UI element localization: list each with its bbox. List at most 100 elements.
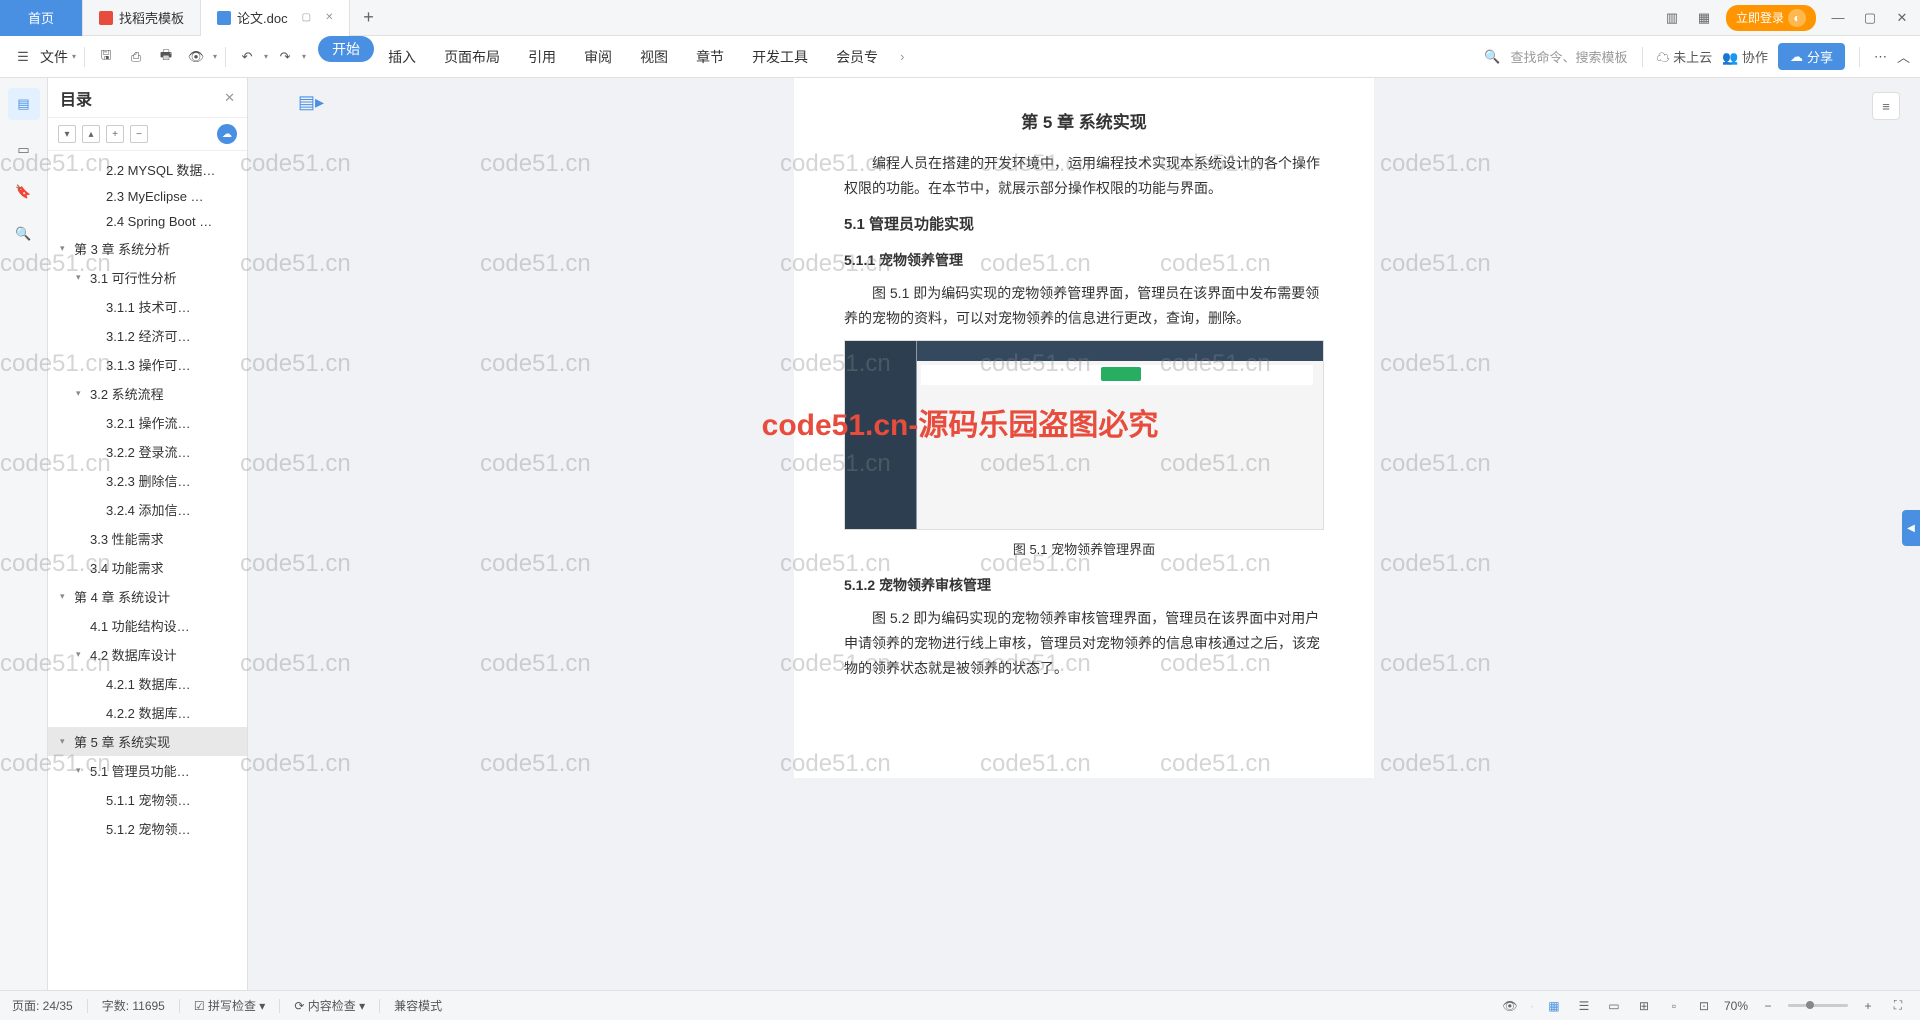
apps-icon[interactable]: ▦: [1694, 8, 1714, 28]
outline-item[interactable]: 2.2 MYSQL 数据…: [48, 155, 247, 184]
outline-item[interactable]: 3.1.1 技术可…: [48, 292, 247, 321]
command-search[interactable]: 查找命令、搜索模板: [1510, 47, 1627, 66]
outline-item[interactable]: ▾5.1 管理员功能…: [48, 756, 247, 785]
add-heading-icon[interactable]: +: [106, 125, 124, 143]
tree-toggle-icon[interactable]: ▾: [60, 736, 72, 747]
preview-icon[interactable]: 👁: [183, 44, 209, 70]
print-icon[interactable]: 🖶: [153, 44, 179, 70]
outline-item[interactable]: ▾3.2 系统流程: [48, 379, 247, 408]
ribbon-tab-5[interactable]: 视图: [626, 36, 682, 78]
outline-item[interactable]: 3.4 功能需求: [48, 553, 247, 582]
chevron-down-icon[interactable]: ▾: [302, 52, 306, 61]
file-menu[interactable]: 文件: [40, 47, 68, 67]
outline-item[interactable]: ▾4.2 数据库设计: [48, 640, 247, 669]
outline-item[interactable]: ▾第 3 章 系统分析: [48, 234, 247, 263]
tab-close-icon[interactable]: ✕: [325, 12, 333, 23]
compat-mode[interactable]: 兼容模式: [394, 997, 442, 1014]
zoom-in-icon[interactable]: +: [1858, 996, 1878, 1016]
outline-item[interactable]: 3.3 性能需求: [48, 524, 247, 553]
view-read-icon[interactable]: ▫: [1664, 996, 1684, 1016]
eye-icon[interactable]: 👁: [1500, 996, 1520, 1016]
outline-item[interactable]: ▾第 4 章 系统设计: [48, 582, 247, 611]
zoom-slider[interactable]: [1788, 1004, 1848, 1007]
outline-item[interactable]: 3.2.2 登录流…: [48, 437, 247, 466]
chevron-down-icon[interactable]: ▾: [72, 52, 76, 61]
fit-icon[interactable]: ⊡: [1694, 996, 1714, 1016]
outline-item[interactable]: ▾3.1 可行性分析: [48, 263, 247, 292]
document-area[interactable]: ▤▸ ≡ 第 5 章 系统实现 编程人员在搭建的开发环境中，运用编程技术实现本系…: [248, 78, 1920, 990]
outline-item[interactable]: 4.2.1 数据库…: [48, 669, 247, 698]
search-icon[interactable]: 🔍: [12, 222, 36, 246]
ribbon-tab-7[interactable]: 开发工具: [738, 36, 822, 78]
ribbon-tab-2[interactable]: 页面布局: [430, 36, 514, 78]
outline-item[interactable]: 4.2.2 数据库…: [48, 698, 247, 727]
tab-add[interactable]: +: [350, 7, 386, 28]
outline-item[interactable]: 2.3 MyEclipse …: [48, 184, 247, 209]
close-icon[interactable]: ✕: [224, 90, 235, 106]
outline-item[interactable]: 3.1.2 经济可…: [48, 321, 247, 350]
spellcheck-button[interactable]: ☑ 拼写检查 ▾: [194, 997, 265, 1014]
right-drawer-toggle[interactable]: ◀: [1902, 510, 1920, 546]
tab-home[interactable]: 首页: [0, 0, 83, 36]
outline-item[interactable]: 3.2.1 操作流…: [48, 408, 247, 437]
view-outline-icon[interactable]: ☰: [1574, 996, 1594, 1016]
tree-toggle-icon[interactable]: ▾: [76, 649, 88, 660]
tree-toggle-icon[interactable]: ▾: [60, 243, 72, 254]
outline-icon[interactable]: ▤: [8, 88, 40, 120]
word-count[interactable]: 字数: 11695: [102, 997, 165, 1014]
redo-icon[interactable]: ↷: [272, 44, 298, 70]
maximize-icon[interactable]: ▢: [1860, 8, 1880, 28]
tree-toggle-icon[interactable]: ▾: [60, 591, 72, 602]
saveas-icon[interactable]: ⎙: [123, 44, 149, 70]
minimize-icon[interactable]: —: [1828, 8, 1848, 28]
tree-toggle-icon[interactable]: ▾: [76, 272, 88, 283]
outline-item[interactable]: 3.1.3 操作可…: [48, 350, 247, 379]
cloud-status[interactable]: ☁ 未上云: [1657, 47, 1713, 66]
expand-all-icon[interactable]: ▴: [82, 125, 100, 143]
collaborate-button[interactable]: 👥 协作: [1722, 47, 1768, 66]
more-icon[interactable]: ⋯: [1874, 49, 1887, 65]
side-panel-toggle[interactable]: ≡: [1872, 92, 1900, 120]
share-button[interactable]: ☁ 分享: [1778, 43, 1845, 70]
outline-item[interactable]: 2.4 Spring Boot …: [48, 209, 247, 234]
ribbon-tab-3[interactable]: 引用: [514, 36, 570, 78]
layout-icon[interactable]: ▥: [1662, 8, 1682, 28]
view-web-icon[interactable]: ▭: [1604, 996, 1624, 1016]
login-button[interactable]: 立即登录◐: [1726, 5, 1816, 31]
undo-icon[interactable]: ↶: [234, 44, 260, 70]
tab-window-icon[interactable]: ▢: [302, 12, 311, 23]
page-icon[interactable]: ▭: [12, 138, 36, 162]
page-indicator[interactable]: 页面: 24/35: [12, 997, 73, 1014]
ribbon-tab-4[interactable]: 审阅: [570, 36, 626, 78]
tab-template[interactable]: 找稻壳模板: [83, 0, 201, 36]
outline-item[interactable]: 4.1 功能结构设…: [48, 611, 247, 640]
outline-item[interactable]: 3.2.4 添加信…: [48, 495, 247, 524]
view-page-icon[interactable]: ▦: [1544, 996, 1564, 1016]
tree-toggle-icon[interactable]: ▾: [76, 765, 88, 776]
tree-toggle-icon[interactable]: ▾: [76, 388, 88, 399]
doc-options-icon[interactable]: ▤▸: [298, 92, 324, 113]
view-grid-icon[interactable]: ⊞: [1634, 996, 1654, 1016]
zoom-out-icon[interactable]: −: [1758, 996, 1778, 1016]
collapse-ribbon-icon[interactable]: ︿: [1897, 47, 1910, 66]
ribbon-tab-0[interactable]: 开始: [318, 36, 374, 62]
outline-item[interactable]: 5.1.1 宠物领…: [48, 785, 247, 814]
content-check-button[interactable]: ⟳ 内容检查 ▾: [294, 997, 365, 1014]
chevron-down-icon[interactable]: ▾: [213, 52, 217, 61]
ribbon-tab-1[interactable]: 插入: [374, 36, 430, 78]
fullscreen-icon[interactable]: ⛶: [1888, 996, 1908, 1016]
tab-document[interactable]: 论文.doc▢✕: [201, 0, 350, 36]
bookmark-icon[interactable]: 🔖: [12, 180, 36, 204]
close-icon[interactable]: ✕: [1892, 8, 1912, 28]
save-icon[interactable]: 🖫: [93, 44, 119, 70]
zoom-level[interactable]: 70%: [1724, 999, 1748, 1013]
sync-icon[interactable]: ☁: [217, 124, 237, 144]
ribbon-tab-6[interactable]: 章节: [682, 36, 738, 78]
ribbon-overflow-icon[interactable]: ›: [900, 49, 904, 64]
collapse-all-icon[interactable]: ▾: [58, 125, 76, 143]
outline-item[interactable]: 5.1.2 宠物领…: [48, 814, 247, 843]
outline-item[interactable]: 3.2.3 删除信…: [48, 466, 247, 495]
chevron-down-icon[interactable]: ▾: [264, 52, 268, 61]
ribbon-tab-8[interactable]: 会员专: [822, 36, 892, 78]
remove-heading-icon[interactable]: −: [130, 125, 148, 143]
